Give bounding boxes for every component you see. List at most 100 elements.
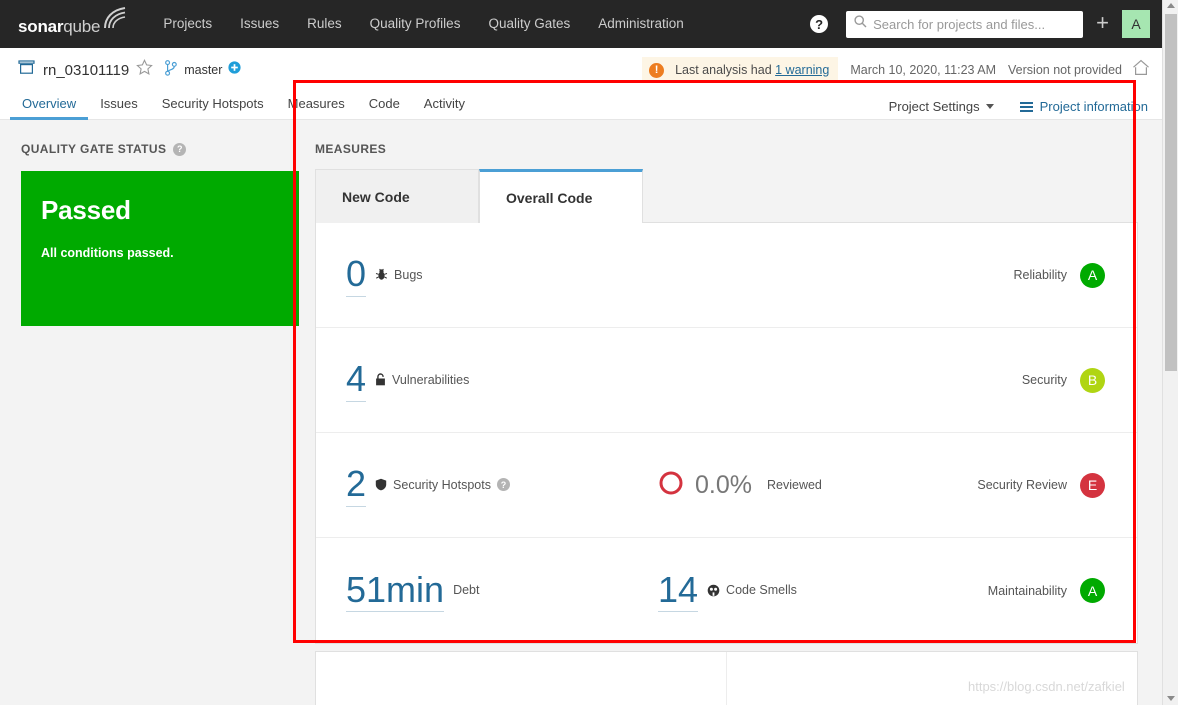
maintainability-label: Maintainability bbox=[987, 583, 1067, 598]
measures-section-title: MEASURES bbox=[315, 142, 387, 156]
project-box-icon bbox=[18, 60, 35, 80]
global-nav-right: ? + A bbox=[810, 10, 1162, 38]
nav-link-quality-gates[interactable]: Quality Gates bbox=[474, 0, 584, 48]
reliability-label: Reliability bbox=[1013, 268, 1068, 282]
warning-exclamation-icon: ! bbox=[649, 62, 665, 78]
list-icon bbox=[1019, 101, 1033, 112]
project-information-label: Project information bbox=[1039, 99, 1148, 114]
help-question-icon[interactable]: ? bbox=[497, 478, 510, 492]
vulnerabilities-value[interactable]: 4 bbox=[346, 358, 367, 402]
security-rating-badge[interactable]: B bbox=[1080, 367, 1105, 393]
maintainability-rating-group: Maintainability A bbox=[988, 578, 1105, 603]
sonarqube-project-overview-page: sonarqube Projects Issues Rules Quality … bbox=[0, 0, 1178, 705]
analysis-warning-prefix: Last analysis had bbox=[675, 63, 776, 77]
bugs-label-group: Bugs bbox=[375, 268, 423, 282]
security-rating-group: Security B bbox=[1022, 367, 1105, 393]
measures-tab-list: New Code Overall Code bbox=[315, 169, 1138, 224]
measures-tab-new-code[interactable]: New Code bbox=[315, 169, 479, 223]
measures-panel: MEASURES New Code Overall Code 0 Bugs Re… bbox=[315, 142, 1138, 644]
code-smells-label-group: Code Smells bbox=[707, 583, 797, 597]
tab-activity[interactable]: Activity bbox=[412, 96, 477, 120]
nav-link-rules[interactable]: Rules bbox=[293, 0, 356, 48]
code-smells-value[interactable]: 14 bbox=[658, 569, 699, 613]
project-name[interactable]: rn_03101119 bbox=[43, 62, 129, 79]
donut-ring-icon bbox=[658, 470, 684, 501]
lock-icon bbox=[375, 373, 386, 386]
overview-content: QUALITY GATE STATUS ? Passed All conditi… bbox=[0, 120, 1162, 705]
help-question-icon[interactable]: ? bbox=[173, 142, 187, 156]
bugs-label: Bugs bbox=[394, 267, 423, 282]
security-review-rating-badge[interactable]: E bbox=[1080, 472, 1105, 498]
vulnerabilities-label: Vulnerabilities bbox=[392, 372, 470, 387]
nav-link-administration[interactable]: Administration bbox=[584, 0, 698, 48]
global-nav-links: Projects Issues Rules Quality Profiles Q… bbox=[149, 0, 697, 48]
quality-gate-description: All conditions passed. bbox=[41, 246, 174, 260]
logo-text-bold: sonar bbox=[18, 16, 64, 36]
reliability-rating-badge[interactable]: A bbox=[1080, 262, 1105, 288]
tab-code[interactable]: Code bbox=[357, 96, 412, 120]
measure-row-maintainability: 51min Debt 14 Code Smells Maintainabilit… bbox=[316, 538, 1137, 643]
chevron-down-icon bbox=[985, 104, 994, 109]
global-search-box[interactable] bbox=[846, 10, 1084, 38]
coverage-card: 0.0% bbox=[316, 652, 726, 705]
branch-name[interactable]: master bbox=[184, 63, 222, 77]
search-input[interactable] bbox=[873, 16, 1076, 32]
maintainability-rating-badge[interactable]: A bbox=[1080, 578, 1105, 603]
tab-issues[interactable]: Issues bbox=[88, 96, 150, 120]
star-outline-icon[interactable] bbox=[136, 58, 154, 81]
project-breadcrumb: rn_03101119 master bbox=[0, 58, 242, 81]
project-settings-dropdown[interactable]: Project Settings bbox=[889, 99, 994, 114]
tab-measures[interactable]: Measures bbox=[276, 96, 357, 120]
nav-link-issues[interactable]: Issues bbox=[226, 0, 293, 48]
measure-row-security-hotspots: 2 Security Hotspots ? 0.0% Reviewed Secu… bbox=[316, 433, 1137, 538]
project-tabs-bar: Overview Issues Security Hotspots Measur… bbox=[0, 92, 1162, 120]
coverage-duplication-cards: 0.0% 24.0% 22 bbox=[315, 651, 1138, 705]
project-tabs-actions: Project Settings Project information bbox=[889, 99, 1162, 119]
shield-icon bbox=[375, 478, 387, 491]
quality-gate-panel: QUALITY GATE STATUS ? Passed All conditi… bbox=[21, 142, 299, 326]
global-navbar: sonarqube Projects Issues Rules Quality … bbox=[0, 0, 1162, 48]
bugs-value[interactable]: 0 bbox=[346, 253, 367, 297]
debt-value[interactable]: 51min bbox=[346, 569, 445, 613]
page-scrollbar[interactable] bbox=[1162, 0, 1178, 705]
security-hotspots-value[interactable]: 2 bbox=[346, 463, 367, 507]
project-header: rn_03101119 master ! Last analysis had 1… bbox=[0, 48, 1162, 92]
scrollbar-down-arrow-icon[interactable] bbox=[1167, 696, 1175, 701]
plus-circle-icon[interactable] bbox=[228, 61, 242, 79]
security-hotspots-measure: 2 Security Hotspots ? bbox=[346, 463, 510, 507]
measures-tab-overall-code[interactable]: Overall Code bbox=[479, 169, 643, 224]
project-version: Version not provided bbox=[1008, 63, 1122, 77]
nav-link-quality-profiles[interactable]: Quality Profiles bbox=[356, 0, 475, 48]
analysis-warning-link[interactable]: 1 warning bbox=[775, 63, 829, 77]
tab-security-hotspots[interactable]: Security Hotspots bbox=[150, 96, 276, 120]
bug-icon bbox=[375, 268, 388, 281]
reliability-rating-group: Reliability A bbox=[1013, 262, 1105, 288]
tab-overview[interactable]: Overview bbox=[10, 96, 89, 120]
user-avatar[interactable]: A bbox=[1122, 10, 1150, 38]
security-review-label: Security Review bbox=[977, 478, 1067, 492]
analysis-warning-banner: ! Last analysis had 1 warning bbox=[642, 57, 839, 83]
home-icon[interactable] bbox=[1132, 59, 1150, 81]
project-header-meta: ! Last analysis had 1 warning March 10, … bbox=[642, 57, 1162, 83]
security-hotspots-label-group: Security Hotspots ? bbox=[375, 478, 510, 492]
quality-gate-status: Passed bbox=[41, 195, 131, 225]
scrollbar-up-arrow-icon[interactable] bbox=[1167, 3, 1175, 8]
project-information-button[interactable]: Project information bbox=[1019, 99, 1148, 114]
add-new-button[interactable]: + bbox=[1083, 12, 1122, 34]
debt-label: Debt bbox=[453, 583, 480, 598]
analysis-warning-text: Last analysis had 1 warning bbox=[675, 63, 829, 77]
sonarqube-logo[interactable]: sonarqube bbox=[18, 6, 127, 37]
scrollbar-thumb[interactable] bbox=[1165, 14, 1177, 371]
bugs-measure: 0 Bugs bbox=[346, 253, 423, 297]
nav-link-projects[interactable]: Projects bbox=[149, 0, 226, 48]
branch-icon bbox=[165, 59, 178, 81]
code-smell-icon bbox=[707, 584, 720, 597]
logo-text-light: qube bbox=[63, 16, 101, 36]
measure-row-vulnerabilities: 4 Vulnerabilities Security B bbox=[316, 328, 1137, 433]
quality-gate-title-text: QUALITY GATE STATUS bbox=[21, 142, 167, 156]
search-icon bbox=[854, 15, 867, 33]
code-smells-label: Code Smells bbox=[726, 583, 797, 598]
vulnerabilities-label-group: Vulnerabilities bbox=[375, 373, 469, 387]
code-smells-measure: 14 Code Smells bbox=[658, 569, 797, 613]
help-question-icon[interactable]: ? bbox=[810, 15, 829, 33]
